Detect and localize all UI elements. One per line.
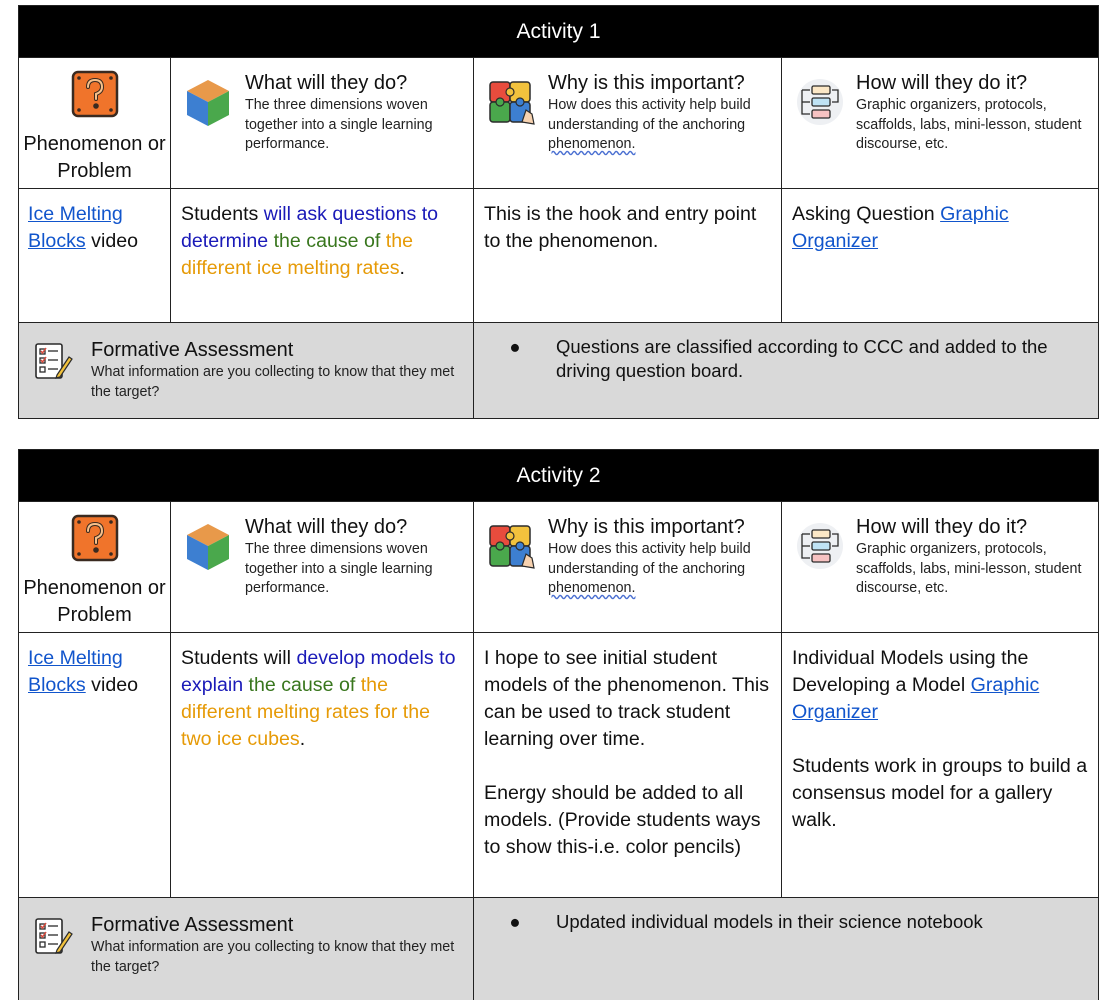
content-row: Ice Melting Blocks video Students will d… — [19, 632, 1098, 897]
assessment-header: Formative Assessment What information ar… — [19, 323, 474, 418]
assessment-row: Formative Assessment What information ar… — [19, 322, 1098, 418]
phenomenon-label: Phenomenon or Problem — [23, 133, 166, 182]
what-cell: Students will ask questions to determine… — [171, 189, 474, 322]
assessment-subtitle: What information are you collecting to k… — [91, 939, 455, 975]
why-header: Why is this important? How does this act… — [474, 502, 782, 632]
assessment-header: Formative Assessment What information ar… — [19, 898, 474, 1000]
why-title: Why is this important? — [548, 516, 745, 538]
list-item: ● Questions are classified according to … — [474, 335, 1088, 383]
what-header: What will they do? The three dimensions … — [171, 58, 474, 188]
why-title: Why is this important? — [548, 72, 745, 94]
how-header: How will they do it? Graphic organizers,… — [782, 502, 1098, 632]
bullet: ● — [509, 336, 521, 357]
assessment-row: Formative Assessment What information ar… — [19, 897, 1098, 1000]
header-row: Phenomenon or Problem What will they do?… — [19, 501, 1098, 632]
what-title: What will they do? — [245, 72, 408, 94]
why-cell: I hope to see initial student models of … — [474, 633, 782, 897]
cube-icon — [185, 522, 235, 632]
what-subtitle: The three dimensions woven together into… — [245, 541, 433, 596]
header-row: Phenomenon or Problem What will they do?… — [19, 57, 1098, 188]
how-header: How will they do it? Graphic organizers,… — [782, 58, 1098, 188]
question-block-icon — [71, 70, 119, 123]
assessment-title: Formative Assessment — [91, 914, 294, 936]
content-row: Ice Melting Blocks video Students will a… — [19, 188, 1098, 322]
list-item: ● Updated individual models in their sci… — [474, 910, 1088, 934]
how-title: How will they do it? — [856, 72, 1028, 94]
question-block-icon — [71, 514, 119, 567]
why-subtitle: How does this activity help build unders… — [548, 541, 751, 596]
assessment-subtitle: What information are you collecting to k… — [91, 364, 455, 400]
flowchart-icon — [796, 78, 846, 188]
puzzle-icon — [488, 78, 538, 188]
how-subtitle: Graphic organizers, protocols, scaffolds… — [856, 541, 1082, 596]
phenomenon-cell: Ice Melting Blocks video — [19, 633, 171, 897]
assessment-cell: ● Updated individual models in their sci… — [474, 898, 1098, 1000]
phenomenon-cell: Ice Melting Blocks video — [19, 189, 171, 322]
how-subtitle: Graphic organizers, protocols, scaffolds… — [856, 97, 1082, 152]
why-subtitle: How does this activity help build unders… — [548, 97, 751, 152]
phenomenon-header: Phenomenon or Problem — [19, 502, 171, 632]
what-cell: Students will develop models to explain … — [171, 633, 474, 897]
flowchart-icon — [796, 522, 846, 632]
what-title: What will they do? — [245, 516, 408, 538]
cube-icon — [185, 78, 235, 188]
how-cell: Asking Question Graphic Organizer — [792, 203, 1009, 252]
why-header: Why is this important? How does this act… — [474, 58, 782, 188]
activity-title: Activity 1 — [19, 6, 1098, 57]
how-title: How will they do it? — [856, 516, 1028, 538]
how-cell: Individual Models using the Developing a… — [792, 647, 1088, 831]
activity-2-table: Activity 2 Phenomenon or Problem What wi… — [18, 449, 1099, 1000]
what-header: What will they do? The three dimensions … — [171, 502, 474, 632]
checklist-icon — [33, 341, 77, 418]
activity-title: Activity 2 — [19, 450, 1098, 501]
phenomenon-label: Phenomenon or Problem — [23, 577, 166, 626]
assessment-cell: ● Questions are classified according to … — [474, 323, 1098, 418]
what-subtitle: The three dimensions woven together into… — [245, 97, 433, 152]
puzzle-icon — [488, 522, 538, 632]
bullet: ● — [509, 911, 521, 932]
checklist-icon — [33, 916, 77, 1000]
assessment-title: Formative Assessment — [91, 339, 294, 361]
phenomenon-header: Phenomenon or Problem — [19, 58, 171, 188]
activity-1-table: Activity 1 Phenomenon or Problem What wi… — [18, 5, 1099, 419]
why-cell: This is the hook and entry point to the … — [474, 189, 782, 322]
